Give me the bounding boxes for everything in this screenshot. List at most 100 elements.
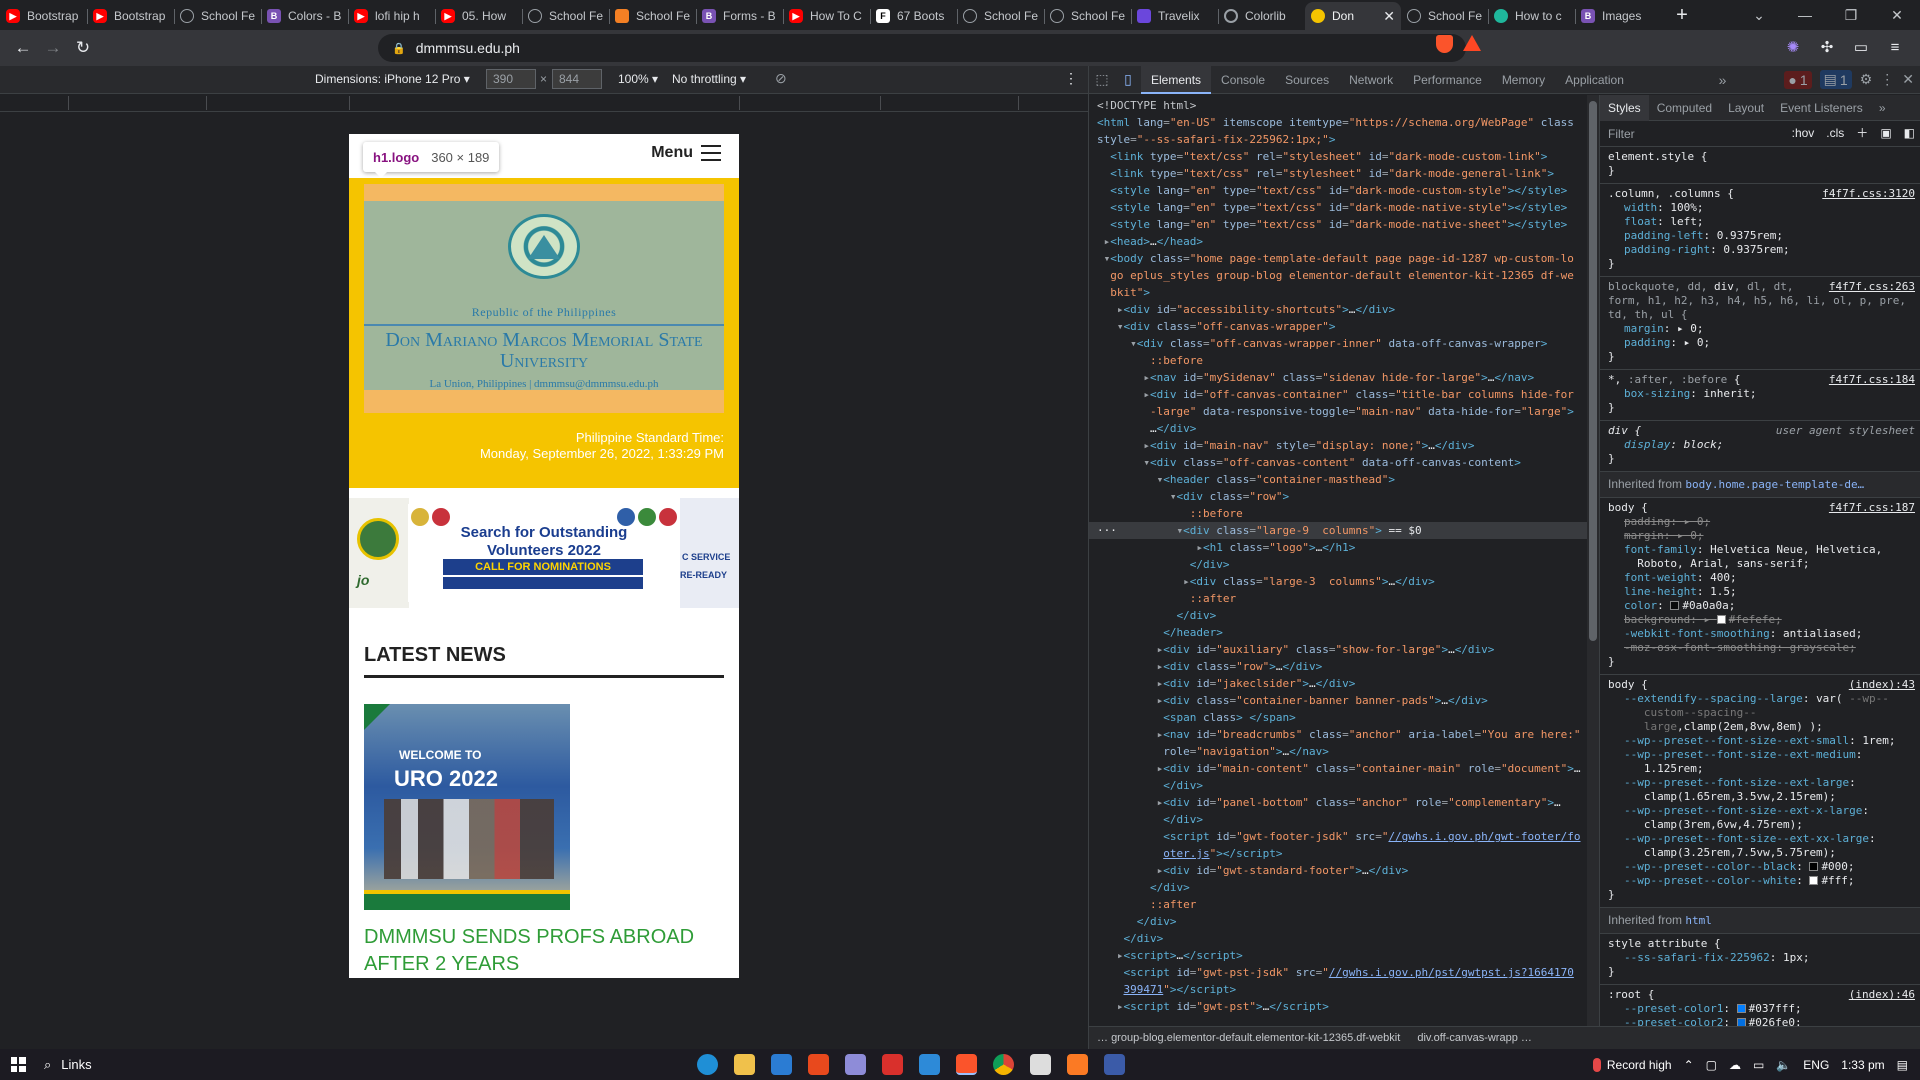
device-toggle-icon[interactable]: ▯	[1115, 67, 1141, 93]
browser-tab[interactable]: B Forms - B	[696, 2, 783, 30]
styles-tab-event-listeners[interactable]: Event Listeners	[1772, 95, 1871, 121]
browser-tab[interactable]: Colorlib	[1218, 2, 1305, 30]
tab-search-icon[interactable]: ⌄	[1736, 0, 1782, 30]
back-icon[interactable]: ←	[8, 33, 38, 63]
xampp-icon[interactable]	[1067, 1054, 1088, 1075]
devtools-tab-memory[interactable]: Memory	[1492, 66, 1555, 94]
browser-tab[interactable]: School Fe	[609, 2, 696, 30]
volume-icon[interactable]: 🔈	[1776, 1058, 1791, 1072]
more-tabs-icon[interactable]: »	[1719, 72, 1727, 88]
browser-tab[interactable]: School Fe	[174, 2, 261, 30]
browser-tab[interactable]: How to c	[1488, 2, 1575, 30]
devtools-tab-elements[interactable]: Elements	[1141, 65, 1212, 94]
new-rule-icon[interactable]: ＋	[1856, 126, 1868, 140]
inherited-body-link[interactable]: body.home.page-template-de…	[1685, 478, 1864, 491]
settings-gear-icon[interactable]: ⚙	[1860, 71, 1873, 88]
styles-tab-computed[interactable]: Computed	[1649, 95, 1720, 121]
message-badge[interactable]: ▤ 1	[1819, 70, 1852, 89]
onedrive-icon[interactable]: ☁	[1729, 1058, 1741, 1072]
app-icon[interactable]	[845, 1054, 866, 1075]
extensions-puzzle-icon[interactable]: ✣	[1814, 34, 1840, 60]
dimensions-dropdown[interactable]: Dimensions: iPhone 12 Pro ▾	[315, 72, 470, 86]
wallet-icon[interactable]: ▭	[1848, 34, 1874, 60]
language-indicator[interactable]: ENG	[1803, 1058, 1829, 1072]
inspect-element-icon[interactable]: ⬚	[1089, 67, 1115, 93]
throttling-dropdown[interactable]: No throttling ▾	[672, 72, 746, 86]
browser-tab[interactable]: ▶ 05. How	[435, 2, 522, 30]
devtools-tab-performance[interactable]: Performance	[1403, 66, 1492, 94]
browser-tab[interactable]: School Fe	[1044, 2, 1131, 30]
file-explorer-icon[interactable]	[734, 1054, 755, 1075]
brave-shield-icon[interactable]	[1436, 35, 1453, 53]
browser-tab[interactable]: F 67 Boots	[870, 2, 957, 30]
wps-icon[interactable]	[882, 1054, 903, 1075]
close-window-icon[interactable]: ✕	[1874, 0, 1920, 30]
browser-tab[interactable]: School Fe	[957, 2, 1044, 30]
clock[interactable]: 1:33 pm	[1841, 1058, 1884, 1072]
reload-icon[interactable]: ↻	[68, 33, 98, 63]
banner-slider[interactable]: jo Search for Outstanding Volunteers 202…	[349, 498, 739, 608]
height-input[interactable]: 844	[552, 69, 602, 89]
brave-taskbar-icon[interactable]	[956, 1054, 977, 1075]
forward-icon[interactable]: →	[38, 33, 68, 63]
devtools-tab-network[interactable]: Network	[1339, 66, 1403, 94]
app2-icon[interactable]	[1104, 1054, 1125, 1075]
devtools-tab-sources[interactable]: Sources	[1275, 66, 1339, 94]
notifications-icon[interactable]: ▤	[1897, 1058, 1908, 1072]
menu-button[interactable]: Menu	[651, 144, 721, 162]
edge-icon[interactable]	[697, 1054, 718, 1075]
zoom-dropdown[interactable]: 100% ▾	[618, 72, 658, 86]
width-input[interactable]: 390	[486, 69, 536, 89]
rotate-icon[interactable]: ⊘	[775, 70, 787, 87]
browser-tab[interactable]: School Fe	[1401, 2, 1488, 30]
extension-spark-icon[interactable]: ✺	[1780, 34, 1806, 60]
breadcrumb-item-body[interactable]: group-blog.elementor-default.elementor-k…	[1111, 1032, 1400, 1044]
devtools-close-icon[interactable]: ✕	[1902, 71, 1914, 88]
address-bar[interactable]: 🔒 dmmmsu.edu.ph	[378, 34, 1466, 62]
styles-more-icon[interactable]: »	[1871, 95, 1894, 121]
browser-menu-icon[interactable]: ≡	[1882, 34, 1908, 60]
browser-tab[interactable]: School Fe	[522, 2, 609, 30]
cls-toggle[interactable]: .cls	[1826, 126, 1844, 140]
minimize-icon[interactable]: —	[1782, 0, 1828, 30]
devtools-more-icon[interactable]: ⋮	[1880, 71, 1894, 88]
styles-tab-layout[interactable]: Layout	[1720, 95, 1772, 121]
browser-tab[interactable]: ▶ How To C	[783, 2, 870, 30]
chrome-icon[interactable]	[993, 1054, 1014, 1075]
record-high-widget[interactable]: Record high	[1592, 1057, 1672, 1072]
vscode-icon[interactable]	[919, 1054, 940, 1075]
devtools-tab-console[interactable]: Console	[1211, 66, 1275, 94]
browser-tab[interactable]: ▶ Bootstrap	[87, 2, 174, 30]
hov-toggle[interactable]: :hov	[1792, 126, 1815, 140]
browser-tab[interactable]: ▶ lofi hip h	[348, 2, 435, 30]
restore-icon[interactable]: ❐	[1828, 0, 1874, 30]
tab-close-icon[interactable]: ✕	[1383, 8, 1395, 25]
sidebar-toggle-icon[interactable]: ◧	[1904, 126, 1915, 140]
brave-rewards-icon[interactable]	[1463, 35, 1481, 51]
site-logo[interactable]: Republic of the Philippines Don Mariano …	[364, 201, 724, 390]
inherited-html-link[interactable]: html	[1685, 914, 1712, 927]
tray-device-icon[interactable]: ▢	[1706, 1058, 1717, 1072]
news-title-link[interactable]: DMMMSU SENDS PROFS ABROAD AFTER 2 YEARS	[364, 924, 724, 978]
browser-tab[interactable]: ▶ Bootstrap	[0, 2, 87, 30]
device-more-icon[interactable]: ⋮	[1064, 70, 1078, 87]
error-badge[interactable]: ● 1	[1784, 70, 1812, 89]
mail-icon[interactable]	[771, 1054, 792, 1075]
taskbar-search[interactable]: ⌕ Links	[36, 1057, 92, 1073]
styles-tab-styles[interactable]: Styles	[1600, 95, 1649, 121]
network-icon[interactable]: ▭	[1753, 1058, 1764, 1072]
devtools-tab-application[interactable]: Application	[1555, 66, 1634, 94]
browser-tab[interactable]: B Colors - B	[261, 2, 348, 30]
news-thumbnail[interactable]: WELCOME TO URO 2022	[364, 704, 570, 910]
start-button[interactable]	[0, 1049, 36, 1080]
browser-tab[interactable]: Don ✕	[1305, 2, 1401, 30]
new-tab-button[interactable]: +	[1668, 1, 1696, 29]
computed-toggle-icon[interactable]: ▣	[1880, 126, 1891, 140]
breadcrumb-item-wrapper[interactable]: div.off-canvas-wrapp	[1417, 1032, 1517, 1044]
elements-tree[interactable]: <!DOCTYPE html> <html lang="en-US" items…	[1089, 95, 1587, 1026]
elements-scrollbar[interactable]	[1587, 95, 1599, 1026]
capcut-icon[interactable]	[1030, 1054, 1051, 1075]
styles-filter[interactable]: Filter :hov .cls ＋ ▣ ◧	[1600, 121, 1920, 147]
tray-overflow-icon[interactable]: ⌃	[1684, 1058, 1694, 1072]
browser-tab[interactable]: B Images	[1575, 2, 1662, 30]
